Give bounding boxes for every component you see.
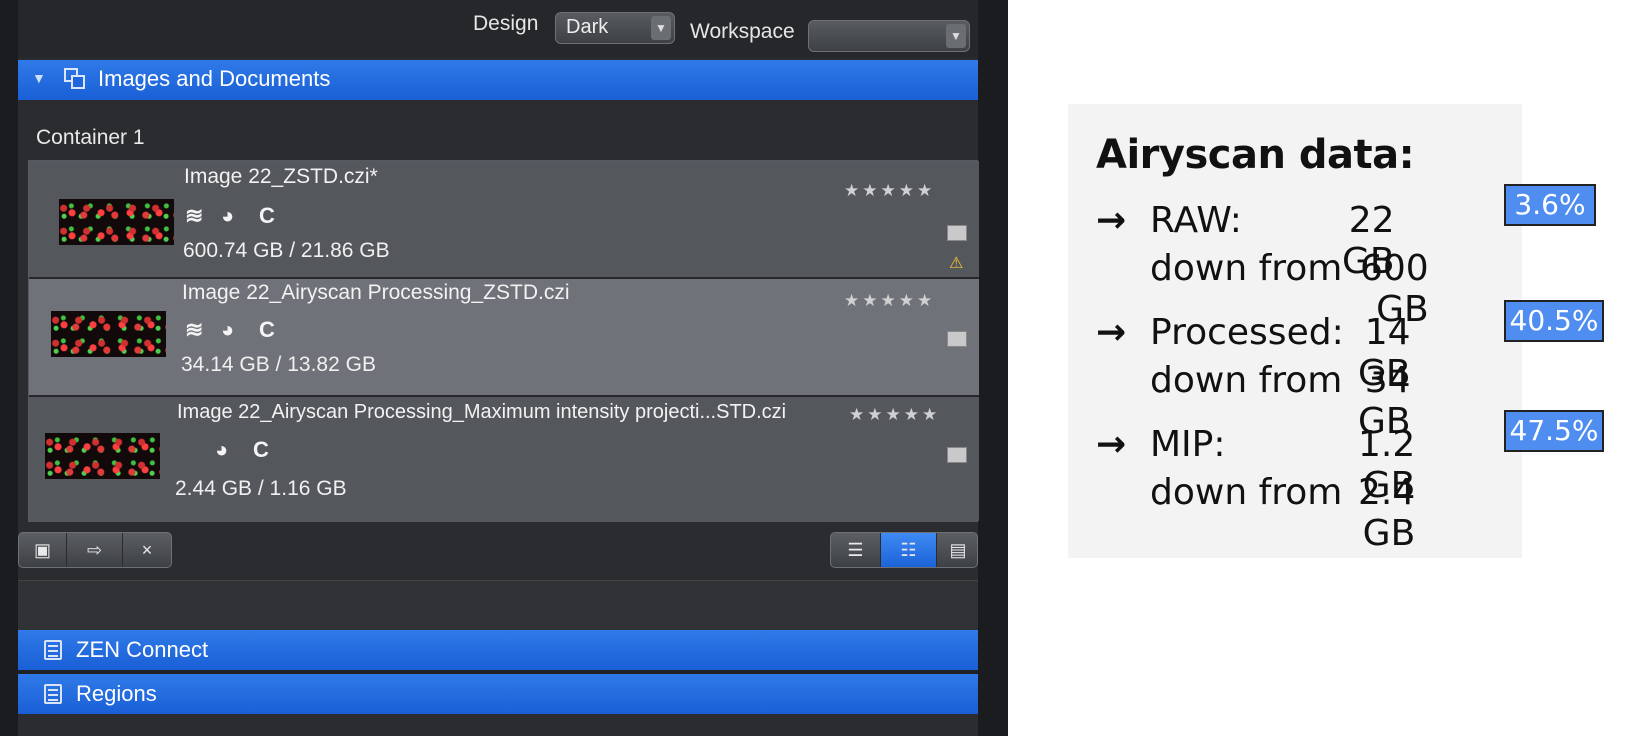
select-checkbox[interactable] [947, 447, 967, 463]
c-icon: C [253, 437, 269, 462]
mip-label: MIP: [1150, 424, 1226, 465]
zen-app-screenshot: Design Dark ▼ Workspace ▼ ▼ Images and D… [0, 0, 1008, 736]
clock-icon: ◕ [221, 317, 235, 342]
mip-percent-badge: 47.5% [1504, 410, 1604, 452]
workspace-dropdown[interactable]: ▼ [808, 20, 970, 52]
regions-title: Regions [76, 681, 157, 706]
chevron-down-icon: ▼ [946, 24, 966, 48]
view-mode-toolbar: ☰ ☷ ▤ [830, 532, 978, 568]
airyscan-info-box: Airyscan data: → RAW: 22 GB down from 60… [1068, 104, 1522, 558]
image-size: 2.44 GB / 1.16 GB [175, 477, 347, 500]
mip-sub-value: 2.4 GB [1358, 472, 1416, 554]
processed-sub-label: down from [1150, 360, 1343, 401]
rating-stars[interactable]: ★★★★★ [844, 181, 935, 201]
design-label: Design [473, 12, 539, 35]
image-thumbnail [51, 311, 166, 357]
select-checkbox[interactable] [947, 225, 967, 241]
arrow-right-icon: → [1096, 200, 1127, 241]
rating-stars[interactable]: ★★★★★ [849, 405, 940, 425]
rating-stars[interactable]: ★★★★★ [844, 291, 935, 311]
image-filename: Image 22_ZSTD.czi* [184, 165, 378, 188]
collapse-triangle-icon[interactable]: ▼ [32, 70, 46, 86]
image-list: Image 22_ZSTD.czi* ≋ ◕ C 600.74 GB / 21.… [28, 160, 979, 522]
export-icon[interactable]: ⇨ [67, 533, 123, 567]
close-icon[interactable]: × [123, 533, 171, 567]
container-title: Container 1 [36, 126, 145, 149]
workspace-label: Workspace [690, 20, 795, 43]
regions-header[interactable]: Regions [18, 674, 978, 714]
image-thumbnail [45, 433, 160, 479]
bottom-strip [18, 714, 978, 736]
image-thumbnail [59, 199, 174, 245]
design-dropdown-value: Dark [566, 16, 609, 38]
zen-connect-title: ZEN Connect [76, 637, 209, 662]
design-dropdown[interactable]: Dark ▼ [555, 12, 675, 44]
panel-spacer [18, 580, 978, 630]
clock-icon: ◕ [221, 203, 235, 228]
mip-sub-label: down from [1150, 472, 1343, 513]
images-documents-title: Images and Documents [98, 66, 331, 91]
raw-percent-badge: 3.6% [1504, 184, 1596, 226]
top-toolbar: Design Dark ▼ Workspace ▼ [18, 0, 978, 58]
image-list-item[interactable]: Image 22_ZSTD.czi* ≋ ◕ C 600.74 GB / 21.… [29, 161, 979, 279]
save-icon[interactable]: ▣ [19, 533, 67, 567]
c-icon: C [259, 317, 275, 342]
detail-view-icon[interactable]: ☷ [881, 533, 937, 567]
images-documents-icon [64, 68, 86, 90]
processed-percent-badge: 40.5% [1504, 300, 1604, 342]
image-size: 600.74 GB / 21.86 GB [183, 239, 390, 262]
select-checkbox[interactable] [947, 331, 967, 347]
warning-icon: ⚠ [949, 255, 964, 272]
chevron-down-icon: ▼ [651, 16, 671, 40]
image-list-item[interactable]: Image 22_Airyscan Processing_ZSTD.czi ≋ … [29, 279, 979, 397]
stack-icon: ≋ [185, 203, 204, 228]
image-list-item[interactable]: Image 22_Airyscan Processing_Maximum int… [29, 397, 979, 521]
info-title: Airyscan data: [1096, 132, 1415, 178]
image-filename: Image 22_Airyscan Processing_Maximum int… [177, 401, 787, 423]
file-actions-toolbar: ▣ ⇨ × [18, 532, 172, 568]
list-view-icon[interactable]: ☰ [831, 533, 881, 567]
images-documents-header[interactable]: ▼ Images and Documents [18, 60, 978, 100]
raw-label: RAW: [1150, 200, 1242, 241]
image-size: 34.14 GB / 13.82 GB [181, 353, 376, 376]
image-filename: Image 22_Airyscan Processing_ZSTD.czi [182, 281, 570, 304]
document-icon [44, 640, 62, 660]
zen-connect-header[interactable]: ZEN Connect [18, 630, 978, 670]
zen-window: Design Dark ▼ Workspace ▼ ▼ Images and D… [18, 0, 979, 736]
arrow-right-icon: → [1096, 424, 1127, 465]
gallery-view-icon[interactable]: ▤ [937, 533, 979, 567]
document-icon [44, 684, 62, 704]
c-icon: C [259, 203, 275, 228]
raw-sub-label: down from [1150, 248, 1343, 289]
processed-label: Processed: [1150, 312, 1344, 353]
stack-icon: ≋ [185, 317, 204, 342]
arrow-right-icon: → [1096, 312, 1127, 353]
clock-icon: ◕ [215, 437, 229, 462]
